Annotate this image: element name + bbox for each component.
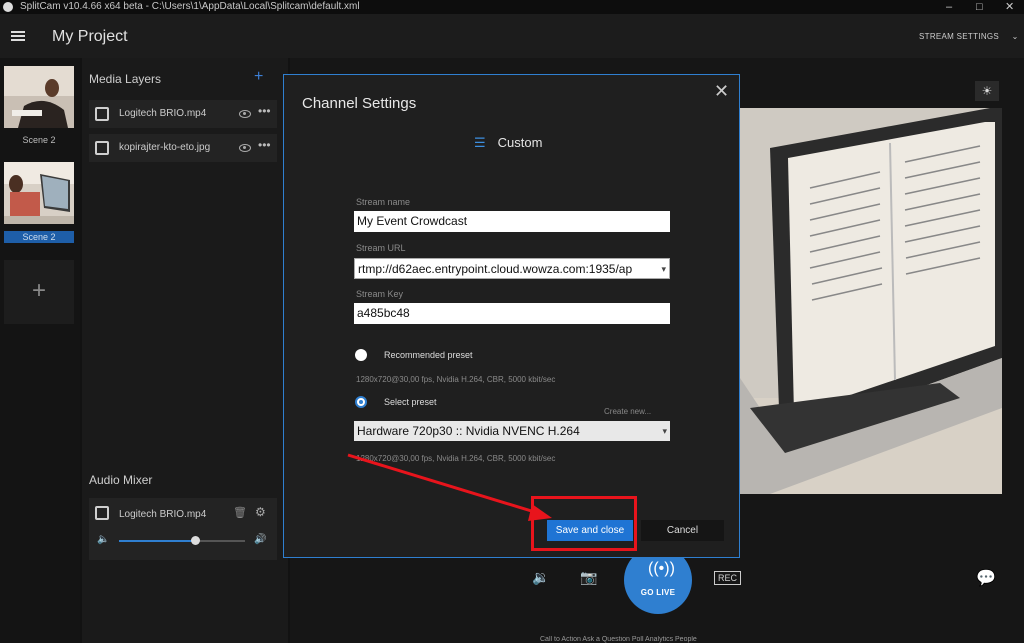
create-new-link[interactable]: Create new...: [604, 407, 651, 416]
select-preset-description: 1280x720@30,00 fps, Nvidia H.264, CBR, 5…: [356, 454, 556, 463]
volume-slider[interactable]: [119, 536, 245, 545]
add-layer-button[interactable]: +: [254, 68, 263, 86]
close-icon[interactable]: ✕: [714, 81, 729, 102]
stream-settings-button[interactable]: STREAM SETTINGS ⌄: [919, 32, 1019, 41]
gear-icon[interactable]: ⚙: [255, 505, 266, 519]
scene-thumbnail[interactable]: [4, 66, 74, 128]
recommended-preset-description: 1280x720@30,00 fps, Nvidia H.264, CBR, 5…: [356, 375, 556, 384]
chevron-down-icon[interactable]: ▾: [662, 421, 667, 441]
title-bar: SplitCam v10.4.66 x64 beta - C:\Users\1\…: [0, 0, 1024, 14]
layer-item[interactable]: kopirajter-kto-eto.jpg •••: [89, 134, 277, 162]
volume-slider-thumb[interactable]: [190, 536, 200, 545]
scene-label: Scene 2: [22, 135, 56, 145]
audio-source-name: Logitech BRIO.mp4: [119, 509, 207, 520]
recommended-preset-label[interactable]: Recommended preset: [384, 350, 473, 360]
eye-icon[interactable]: [239, 110, 251, 118]
layer-name: kopirajter-kto-eto.jpg: [119, 142, 211, 153]
maximize-button[interactable]: □: [976, 0, 983, 14]
layer-item[interactable]: Logitech BRIO.mp4 •••: [89, 100, 277, 128]
scene-thumbnail-image: [4, 66, 74, 128]
highlight-box: [531, 496, 637, 551]
stream-key-label: Stream Key: [356, 289, 404, 299]
speaker-muted-icon[interactable]: 🔈: [97, 534, 109, 545]
recommended-preset-radio[interactable]: [355, 349, 367, 361]
select-preset-radio[interactable]: [355, 396, 367, 408]
brightness-icon[interactable]: ☀: [975, 81, 999, 101]
more-options-icon[interactable]: •••: [258, 138, 271, 152]
preset-dropdown-value: Hardware 720p30 :: Nvidia NVENC H.264: [357, 424, 580, 438]
bottom-strip: Call to Action Ask a Question Poll Analy…: [540, 636, 697, 643]
media-layers-title: Media Layers: [89, 72, 162, 86]
splitcam-logo-icon: [3, 2, 13, 12]
image-icon: [95, 141, 109, 155]
go-live-label: GO LIVE: [640, 588, 676, 597]
window-title: SplitCam v10.4.66 x64 beta - C:\Users\1\…: [20, 1, 360, 12]
stream-settings-label: STREAM SETTINGS: [919, 32, 1000, 41]
eye-icon[interactable]: [239, 144, 251, 152]
laptop-preview-image: [740, 108, 1002, 494]
close-window-button[interactable]: ✕: [1005, 0, 1014, 14]
dialog-title: Channel Settings: [302, 95, 417, 112]
preset-dropdown[interactable]: Hardware 720p30 :: Nvidia NVENC H.264 ▾: [354, 421, 670, 441]
minimize-button[interactable]: –: [946, 0, 952, 14]
audio-mixer-item: Logitech BRIO.mp4 🗑 ⚙ 🔈 🔊: [89, 498, 277, 560]
chevron-down-icon[interactable]: ▾: [661, 259, 666, 278]
stream-name-field[interactable]: [354, 211, 670, 232]
stream-url-field[interactable]: rtmp://d62aec.entrypoint.cloud.wowza.com…: [354, 258, 670, 279]
select-preset-label[interactable]: Select preset: [384, 397, 437, 407]
add-scene-button[interactable]: +: [4, 260, 74, 324]
service-label: Custom: [497, 135, 543, 150]
project-title: My Project: [52, 28, 128, 45]
scenes-panel: Scene 2 Scene 2 +: [0, 58, 80, 643]
channel-settings-dialog: Channel Settings ✕ ☰ Custom Stream name S…: [283, 74, 740, 558]
layer-name: Logitech BRIO.mp4: [119, 108, 207, 119]
sliders-icon: ☰: [474, 135, 486, 150]
stream-key-field[interactable]: [354, 303, 670, 324]
scene-thumbnail-image: [4, 162, 74, 224]
chevron-down-icon: ⌄: [1011, 32, 1019, 41]
app-header: My Project STREAM SETTINGS ⌄: [0, 14, 1024, 58]
broadcast-icon: ((•)): [648, 560, 675, 577]
chat-icon[interactable]: 💬: [976, 568, 996, 588]
video-icon: [95, 107, 109, 121]
preview-canvas[interactable]: [740, 108, 1002, 494]
media-layers-panel: Media Layers + Logitech BRIO.mp4 ••• kop…: [82, 58, 288, 643]
volume-fill: [119, 540, 195, 542]
record-icon[interactable]: REC: [714, 571, 742, 585]
cancel-button[interactable]: Cancel: [641, 520, 724, 541]
hamburger-menu-icon[interactable]: [11, 31, 25, 41]
speaker-icon[interactable]: 🔉: [532, 569, 549, 586]
stream-name-label: Stream name: [356, 197, 411, 207]
scene-label-active: Scene 2: [4, 231, 74, 243]
scene-thumbnail-active[interactable]: [4, 162, 74, 224]
audio-source-icon: [95, 506, 109, 520]
stream-url-value: rtmp://d62aec.entrypoint.cloud.wowza.com…: [358, 262, 633, 276]
service-selector[interactable]: ☰ Custom: [474, 135, 542, 151]
speaker-icon[interactable]: 🔊: [254, 534, 266, 545]
camera-icon[interactable]: 📷: [580, 569, 597, 586]
trash-icon[interactable]: 🗑: [233, 506, 247, 519]
more-options-icon[interactable]: •••: [258, 104, 271, 118]
audio-mixer-title: Audio Mixer: [89, 473, 153, 487]
stream-url-label: Stream URL: [356, 243, 406, 253]
